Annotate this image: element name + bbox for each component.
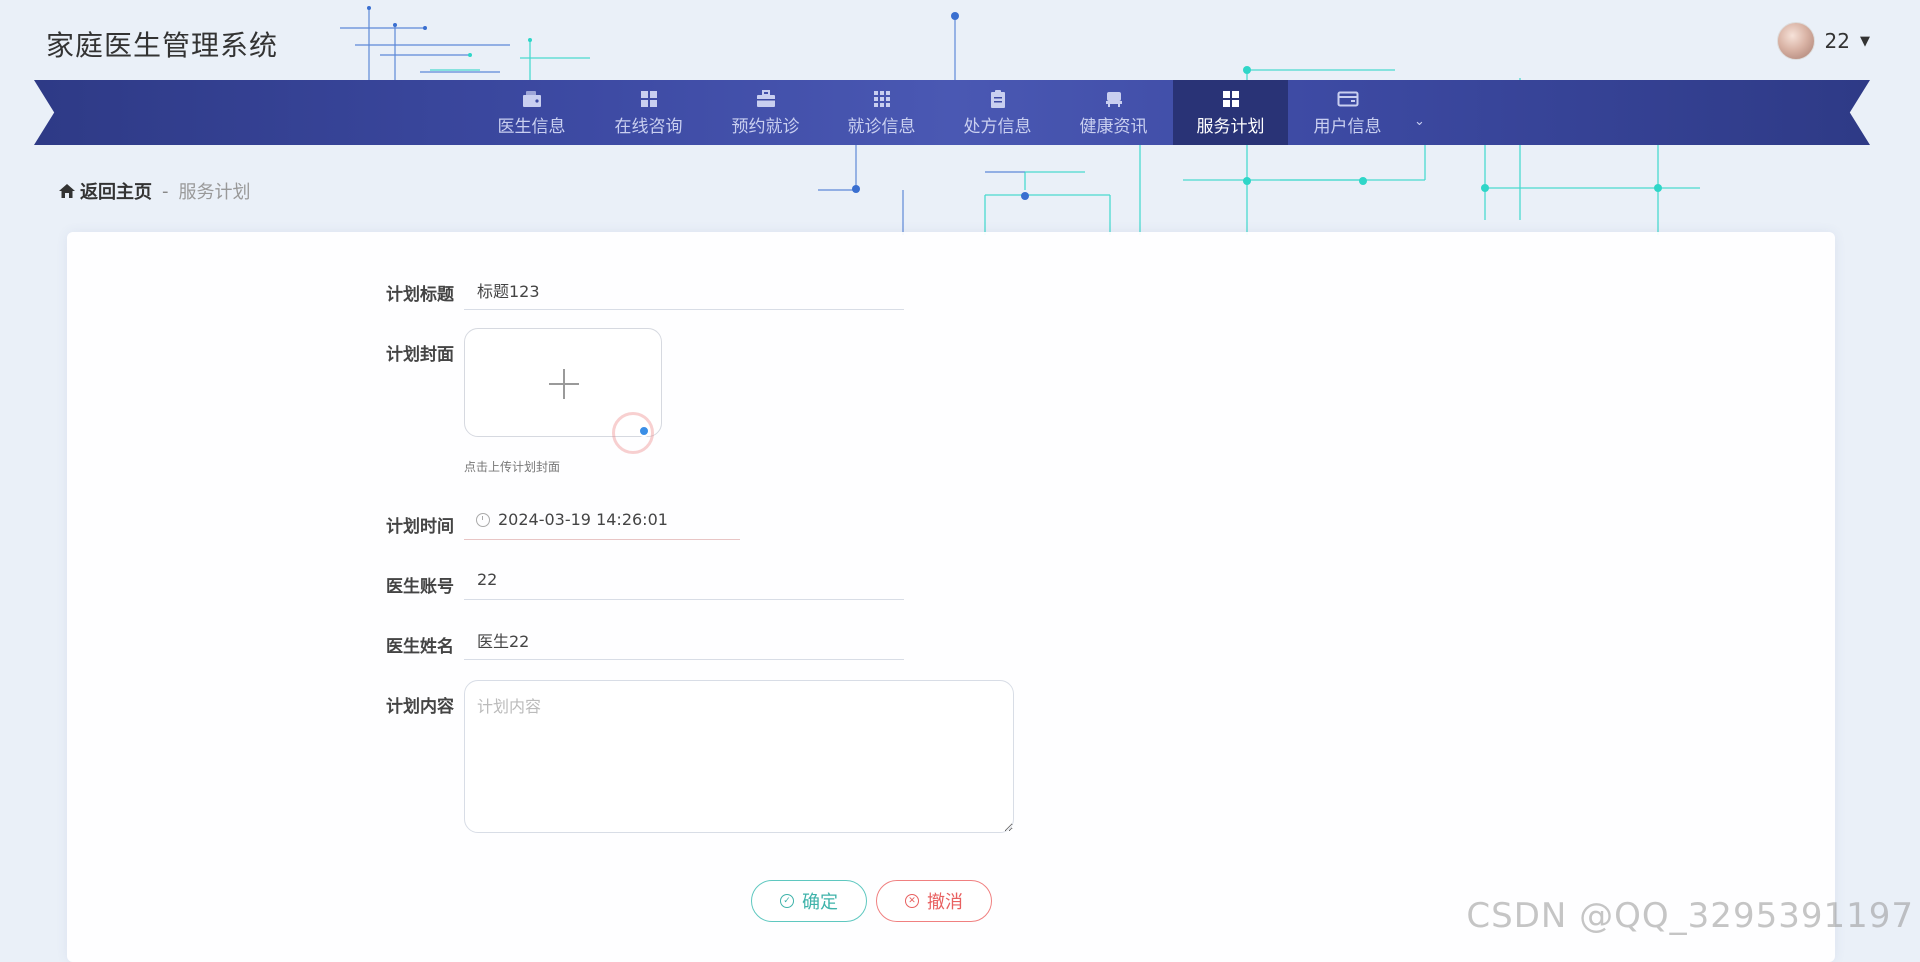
clock-icon <box>476 512 490 527</box>
bed-icon <box>1105 88 1123 110</box>
close-circle-icon: ✕ <box>905 894 919 908</box>
title-label: 计划标题 <box>386 285 454 305</box>
nav-items: 医生信息 在线咨询 预约就诊 就诊信息 处方信息 健康资讯 服务计划 用户信息 … <box>34 80 1870 145</box>
clipboard-icon <box>990 88 1006 110</box>
wallet-icon <box>522 88 542 110</box>
apps-grid-icon <box>873 88 891 110</box>
nav-item-health-news[interactable]: 健康资讯 <box>1056 80 1171 145</box>
nav-item-visit-info[interactable]: 就诊信息 <box>824 80 939 145</box>
nav-item-label: 健康资讯 <box>1079 117 1148 137</box>
breadcrumb: 返回主页 - 服务计划 <box>58 178 251 204</box>
card-icon <box>1337 88 1359 110</box>
content-label: 计划内容 <box>386 697 454 717</box>
cover-upload-tip: 点击上传计划封面 <box>464 460 561 474</box>
nav-item-label: 医生信息 <box>497 117 566 137</box>
nav-item-label: 在线咨询 <box>614 117 683 137</box>
nav-item-label: 预约就诊 <box>731 117 800 137</box>
caret-down-icon[interactable]: ▼ <box>1860 34 1870 49</box>
home-icon <box>59 184 75 198</box>
briefcase-icon <box>756 88 776 110</box>
user-menu[interactable]: 22 ▼ <box>1776 22 1870 60</box>
nav-item-label: 就诊信息 <box>847 117 916 137</box>
cover-label: 计划封面 <box>386 345 454 365</box>
plus-icon <box>563 369 565 399</box>
breadcrumb-separator: - <box>162 180 169 202</box>
doctor-account-input[interactable] <box>464 560 904 600</box>
breadcrumb-home-label[interactable]: 返回主页 <box>80 178 152 204</box>
nav-item-appointment[interactable]: 预约就诊 <box>708 80 823 145</box>
plan-time-value[interactable]: 2024-03-19 14:26:01 <box>498 510 668 529</box>
nav-item-online-consult[interactable]: 在线咨询 <box>591 80 706 145</box>
time-label: 计划时间 <box>386 517 454 537</box>
grid-icon <box>640 88 658 110</box>
app-title: 家庭医生管理系统 <box>46 29 279 62</box>
confirm-button[interactable]: ✓ 确定 <box>751 880 867 922</box>
form-panel <box>67 232 1835 962</box>
nav-item-label: 用户信息 <box>1313 117 1382 137</box>
cancel-button[interactable]: ✕ 撤消 <box>876 880 992 922</box>
cancel-button-label: 撤消 <box>927 892 963 913</box>
plan-time-picker[interactable]: 2024-03-19 14:26:01 <box>464 500 740 540</box>
breadcrumb-current: 服务计划 <box>178 182 251 203</box>
nav-item-label: 服务计划 <box>1196 117 1265 137</box>
avatar[interactable] <box>1776 22 1815 60</box>
name-label: 医生姓名 <box>386 637 454 657</box>
nav-item-label: 处方信息 <box>963 117 1032 137</box>
plan-content-textarea[interactable] <box>464 680 1014 833</box>
watermark: CSDN @QQ_3295391197 <box>1466 896 1914 936</box>
nav-item-service-plan[interactable]: 服务计划 <box>1173 80 1288 145</box>
cursor-icon <box>638 425 650 437</box>
title-input[interactable] <box>464 270 904 310</box>
chevron-down-icon[interactable]: ⌄ <box>1414 114 1425 129</box>
main-nav: 医生信息 在线咨询 预约就诊 就诊信息 处方信息 健康资讯 服务计划 用户信息 … <box>34 80 1870 145</box>
user-name[interactable]: 22 <box>1825 29 1850 53</box>
nav-item-prescription[interactable]: 处方信息 <box>940 80 1055 145</box>
nav-item-user-info[interactable]: 用户信息 <box>1290 80 1405 145</box>
confirm-button-label: 确定 <box>802 892 838 913</box>
doctor-name-input[interactable] <box>464 620 904 660</box>
account-label: 医生账号 <box>386 577 454 597</box>
breadcrumb-home[interactable]: 返回主页 <box>58 178 152 204</box>
check-circle-icon: ✓ <box>780 894 794 908</box>
nav-item-doctor-info[interactable]: 医生信息 <box>474 80 589 145</box>
grid-icon <box>1222 88 1240 110</box>
